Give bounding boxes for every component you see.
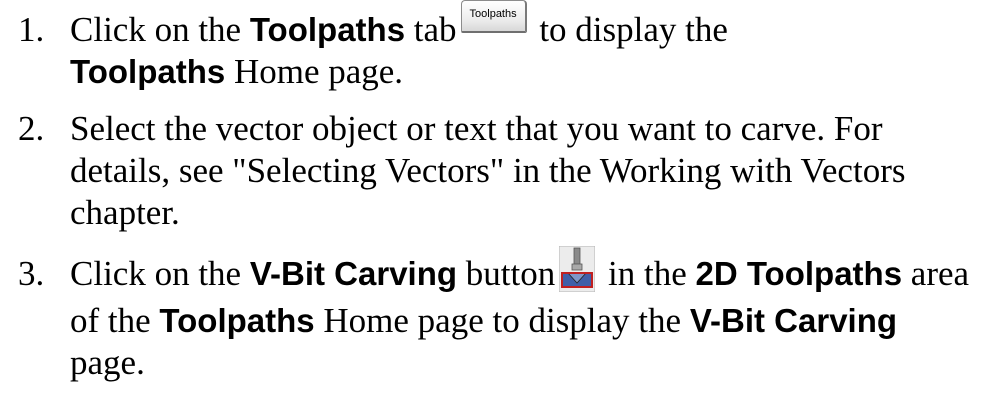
step-text: Click on the V-Bit Carving button in the… [70,245,978,384]
step-text: Select the vector object or text that yo… [70,109,906,232]
text-run: to display the [530,10,728,49]
step-1: 1. Click on the Toolpaths tab Toolpaths t… [18,0,978,93]
bold-term: V-Bit Carving [689,301,898,339]
text-run: button [457,254,556,293]
text-run: Click on the [70,254,250,293]
text-run: Click on the [70,10,250,49]
text-run: in the [599,254,696,293]
step-number: 1. [18,10,45,49]
bold-term: Toolpaths [249,11,406,48]
step-number: 2. [18,109,45,148]
text-run: tab [405,10,457,49]
bold-term: 2D Toolpaths [695,255,903,292]
text-run: Home page to display the [314,300,690,340]
step-2: 2. Select the vector object or text that… [18,108,978,234]
v-bit-carving-icon[interactable] [559,245,596,292]
text-run: Home page. [225,52,404,91]
text-run: page. [70,342,145,382]
bold-term: Toolpaths [159,301,315,339]
bold-term: V-Bit Carving [249,255,458,292]
bold-term: Toolpaths [70,53,226,90]
step-text: Click on the Toolpaths tab Toolpaths to d… [70,0,978,93]
step-3: 3. Click on the V-Bit Carving button in … [18,245,978,384]
toolpaths-tab-button[interactable]: Toolpaths [460,0,527,34]
step-number: 3. [18,254,45,293]
